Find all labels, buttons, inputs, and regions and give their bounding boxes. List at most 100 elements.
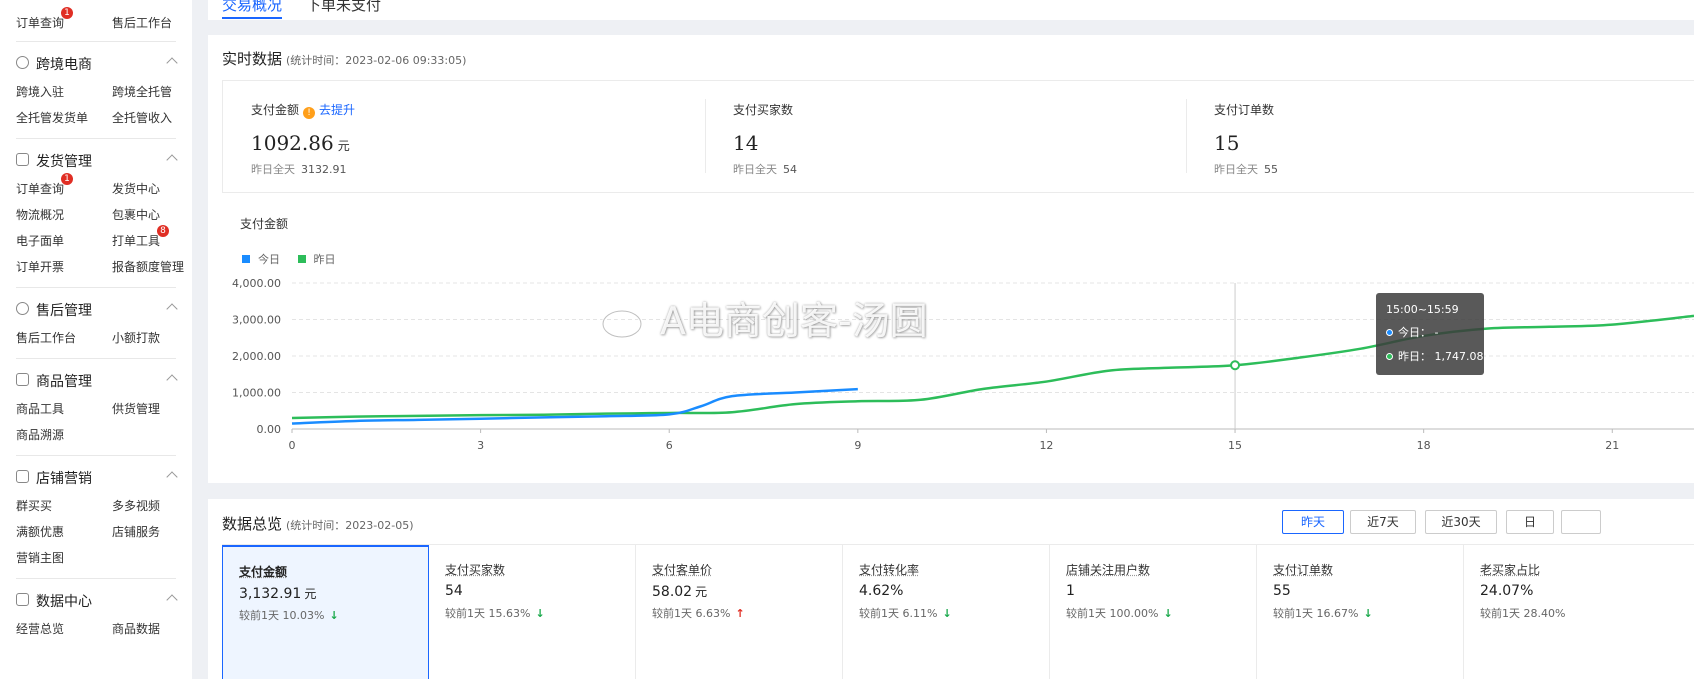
arrow-down-icon: ↓ — [942, 607, 952, 620]
sidebar-row: 满额优惠 店铺服务 — [16, 523, 186, 539]
metric-compare: 较前1天 16.67% ↓ — [1273, 605, 1373, 621]
sidebar-link[interactable]: 小额打款 — [112, 329, 160, 346]
chevron-up-icon[interactable] — [166, 374, 178, 386]
sidebar-link[interactable]: 售后工作台 — [16, 329, 76, 346]
sidebar-section-aftersale[interactable]: 售后管理 — [16, 299, 178, 319]
compare-value: 10.03% — [282, 609, 325, 622]
metric-value: 58.02 元 — [652, 583, 707, 600]
range-more-button[interactable] — [1561, 510, 1601, 534]
tab-bar: 交易概况 下单未支付 — [208, 0, 1694, 20]
payment-amount-line-chart[interactable]: 0.00 1,000.00 2,000.00 3,000.00 4,000.00 0 3 6 9… — [208, 35, 1694, 483]
globe-icon — [16, 56, 29, 69]
sidebar-link[interactable]: 经营总览 — [16, 620, 64, 637]
metric-compare: 较前1天 6.63% ↑ — [652, 605, 745, 621]
range-7days-button[interactable]: 近7天 — [1350, 510, 1416, 534]
sidebar-row: 群买买 多多视频 — [16, 497, 186, 513]
sidebar-section-products[interactable]: 商品管理 — [16, 370, 178, 390]
sidebar-link[interactable]: 营销主图 — [16, 549, 64, 566]
metric-label: 支付订单数 — [1273, 563, 1334, 577]
metric-returning-buyer-ratio[interactable]: 老买家占比 24.07% 较前1天 28.40% — [1464, 545, 1671, 679]
arrow-down-icon: ↓ — [1163, 607, 1173, 620]
sidebar-link-label: 打单工具 — [112, 234, 161, 248]
sidebar-link-order-query-top[interactable]: 订单查询 1 — [16, 7, 74, 31]
sidebar-link-aftersale-workbench-top[interactable]: 售后工作台 — [112, 14, 172, 31]
sidebar-section-title: 商品管理 — [36, 374, 92, 390]
chevron-up-icon[interactable] — [166, 594, 178, 606]
y-tick-label: 2,000.00 — [232, 350, 281, 363]
sidebar-link[interactable]: 商品工具 — [16, 400, 64, 417]
sidebar-row: 商品溯源 — [16, 426, 186, 442]
metric-paying-buyers[interactable]: 支付买家数 54 较前1天 15.63% ↓ — [429, 545, 636, 679]
sidebar-link[interactable]: 全托管发货单 — [16, 109, 88, 126]
notification-badge: 1 — [61, 7, 74, 19]
metric-compare: 较前1天 15.63% ↓ — [445, 605, 545, 621]
chevron-up-icon[interactable] — [166, 303, 178, 315]
sidebar-link[interactable]: 商品数据 — [112, 620, 160, 637]
metric-value-number: 24.07% — [1480, 583, 1534, 599]
compare-label: 较前1天 — [1273, 607, 1313, 620]
sidebar-row: 订单开票 报备额度管理 — [16, 258, 186, 274]
hover-point — [1230, 360, 1241, 371]
sidebar-section-title: 店铺营销 — [36, 471, 92, 487]
x-tick-label: 18 — [1417, 439, 1431, 452]
sidebar-link[interactable]: 订单开票 — [16, 258, 64, 275]
sidebar-section-marketing[interactable]: 店铺营销 — [16, 467, 178, 487]
sidebar-link[interactable]: 包裹中心 — [112, 206, 160, 223]
metric-compare: 较前1天 10.03% ↓ — [239, 607, 339, 623]
range-day-button[interactable]: 日 — [1506, 510, 1554, 534]
metric-value: 24.07% — [1480, 583, 1533, 599]
metric-value-number: 4.62% — [859, 583, 904, 599]
sidebar-link[interactable]: 全托管收入 — [112, 109, 172, 126]
metric-avg-order-value[interactable]: 支付客单价 58.02 元 较前1天 6.63% ↑ — [636, 545, 843, 679]
chevron-up-icon[interactable] — [166, 57, 178, 69]
metric-value-number: 58.02 — [652, 584, 693, 600]
sidebar-row: 物流概况 包裹中心 — [16, 206, 186, 222]
sidebar-link[interactable]: 商品溯源 — [16, 426, 64, 443]
sidebar-link[interactable]: 物流概况 — [16, 206, 64, 223]
range-30days-button[interactable]: 近30天 — [1425, 510, 1497, 534]
tooltip-row-yesterday: 昨日： 1,747.08 — [1386, 348, 1484, 364]
metric-compare: 较前1天 28.40% — [1480, 605, 1565, 621]
range-yesterday-button[interactable]: 昨天 — [1282, 510, 1344, 534]
sidebar-link[interactable]: 店铺服务 — [112, 523, 160, 540]
metric-payment-amount[interactable]: 支付金额 3,132.91 元 较前1天 10.03% ↓ — [222, 545, 429, 679]
compare-value: 6.11% — [902, 607, 938, 620]
sidebar-link-label: 订单查询 — [16, 182, 65, 196]
tooltip-time: 15:00~15:59 — [1386, 303, 1459, 316]
sidebar-link-order-query[interactable]: 订单查询 1 — [16, 173, 74, 197]
overview-card: 数据总览 (统计时间：2023-02-05) 昨天 近7天 近30天 日 支付金额… — [208, 499, 1694, 679]
metric-value: 55 — [1273, 583, 1291, 599]
metric-conversion-rate[interactable]: 支付转化率 4.62% 较前1天 6.11% ↓ — [843, 545, 1050, 679]
sidebar-link[interactable]: 发货中心 — [112, 180, 160, 197]
realtime-card: 实时数据 (统计时间：2023-02-06 09:33:05) 支付金额! 去提升 … — [208, 35, 1694, 483]
sidebar-section-data-center[interactable]: 数据中心 — [16, 590, 178, 610]
sidebar-divider — [16, 287, 176, 288]
image-icon — [16, 373, 29, 386]
chevron-up-icon[interactable] — [166, 154, 178, 166]
compare-label: 较前1天 — [1066, 607, 1106, 620]
sidebar-link[interactable]: 报备额度管理 — [112, 258, 184, 275]
sidebar-section-shipping[interactable]: 发货管理 — [16, 150, 178, 170]
compare-label: 较前1天 — [859, 607, 899, 620]
chart-tooltip: 15:00~15:59 今日： - 昨日： 1,747.08 — [1376, 293, 1484, 375]
metric-value: 1 — [1066, 583, 1075, 599]
metric-value: 54 — [445, 583, 463, 599]
sidebar-link[interactable]: 跨境全托管 — [112, 83, 172, 100]
metric-paid-orders[interactable]: 支付订单数 55 较前1天 16.67% ↓ — [1257, 545, 1464, 679]
compare-label: 较前1天 — [445, 607, 485, 620]
sidebar-link[interactable]: 满额优惠 — [16, 523, 64, 540]
sidebar-link[interactable]: 群买买 — [16, 497, 52, 514]
chevron-up-icon[interactable] — [166, 471, 178, 483]
metric-store-followers[interactable]: 店铺关注用户数 1 较前1天 100.00% ↓ — [1050, 545, 1257, 679]
sidebar-link-print-tool[interactable]: 打单工具 8 — [112, 225, 170, 249]
sidebar-link[interactable]: 供货管理 — [112, 400, 160, 417]
sidebar-section-title: 数据中心 — [36, 594, 92, 610]
metric-compare: 较前1天 6.11% ↓ — [859, 605, 952, 621]
sidebar-link[interactable]: 跨境入驻 — [16, 83, 64, 100]
sidebar-link[interactable]: 多多视频 — [112, 497, 160, 514]
tab-transaction-overview[interactable]: 交易概况 — [222, 0, 282, 15]
sidebar-section-cross-border[interactable]: 跨境电商 — [16, 53, 178, 73]
sidebar-link[interactable]: 电子面单 — [16, 232, 64, 249]
tab-unpaid-orders[interactable]: 下单未支付 — [306, 0, 381, 15]
sidebar-link-label: 订单查询 — [16, 16, 65, 30]
